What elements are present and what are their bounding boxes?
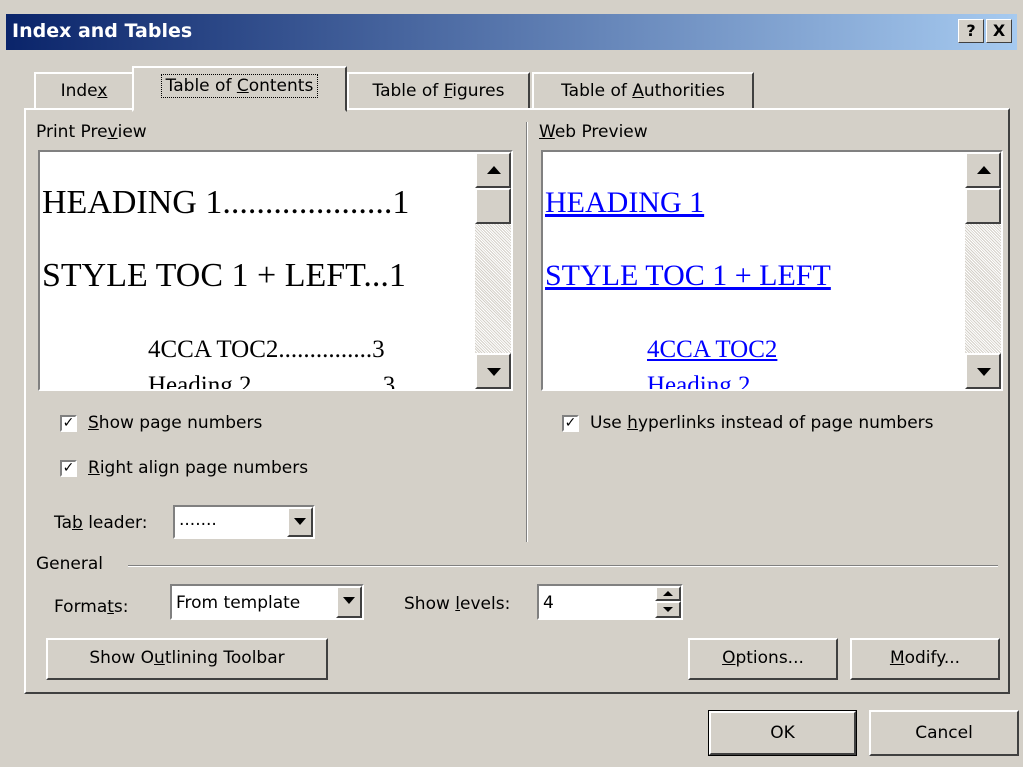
- tab-table-of-contents[interactable]: Table of Contents: [132, 66, 347, 112]
- print-preview-content: HEADING 1....................1 STYLE TOC…: [40, 152, 475, 389]
- formats-value: From template: [176, 593, 301, 613]
- web-toc-link[interactable]: HEADING 1: [545, 186, 704, 220]
- right-align-label[interactable]: Right align page numbers: [88, 458, 308, 478]
- help-button[interactable]: ?: [958, 19, 984, 43]
- use-hyperlinks-checkbox[interactable]: ✓: [562, 415, 579, 432]
- web-toc-link[interactable]: STYLE TOC 1 + LEFT: [545, 259, 831, 293]
- web-preview-label: Web Preview: [539, 122, 648, 142]
- spin-down-button[interactable]: [655, 601, 681, 618]
- show-page-numbers-checkbox[interactable]: ✓: [60, 415, 77, 432]
- formats-dropdown[interactable]: From template: [170, 584, 364, 620]
- options-button[interactable]: Options...: [688, 638, 838, 680]
- toc-entry: 4CCA TOC2...............3: [148, 336, 385, 363]
- chevron-down-icon[interactable]: [287, 507, 313, 537]
- right-align-checkbox[interactable]: ✓: [60, 460, 77, 477]
- print-preview-label: Print Preview: [36, 122, 147, 142]
- web-toc-link[interactable]: 4CCA TOC2: [647, 336, 777, 364]
- tab-table-of-authorities[interactable]: Table of Authorities: [532, 72, 754, 108]
- show-levels-label: Show levels:: [404, 594, 511, 614]
- index-and-tables-dialog: Index and Tables ? X Index Table of Cont…: [0, 0, 1023, 767]
- toc-entry: STYLE TOC 1 + LEFT...1: [42, 257, 406, 294]
- spin-up-button[interactable]: [655, 586, 681, 601]
- scroll-thumb[interactable]: [475, 188, 511, 224]
- show-levels-value[interactable]: 4: [543, 593, 554, 613]
- show-levels-spinner[interactable]: 4: [537, 584, 683, 620]
- arrow-down-icon: [487, 368, 501, 376]
- show-page-numbers-label[interactable]: Show page numbers: [88, 413, 262, 433]
- chevron-down-icon[interactable]: [336, 586, 362, 618]
- tab-index[interactable]: Index: [34, 72, 134, 108]
- close-button[interactable]: X: [986, 19, 1012, 43]
- arrow-up-icon: [487, 166, 501, 174]
- show-outlining-toolbar-button[interactable]: Show Outlining Toolbar: [46, 638, 328, 680]
- tab-table-of-figures[interactable]: Table of Figures: [347, 72, 530, 108]
- cancel-button[interactable]: Cancel: [869, 710, 1019, 756]
- table-of-contents-panel: Print Preview HEADING 1.................…: [24, 108, 1010, 694]
- tab-leader-label: Tab leader:: [54, 513, 148, 533]
- toc-entry: Heading 2.....................3: [148, 372, 396, 389]
- ok-button[interactable]: OK: [708, 710, 857, 756]
- tab-label: Table of Contents: [160, 74, 319, 98]
- toc-entry: HEADING 1....................1: [42, 184, 410, 221]
- print-preview-scrollbar[interactable]: [475, 152, 511, 389]
- modify-button[interactable]: Modify...: [850, 638, 1000, 680]
- arrow-up-icon: [977, 166, 991, 174]
- arrow-down-icon: [663, 607, 673, 612]
- arrow-down-icon: [977, 368, 991, 376]
- print-preview-box[interactable]: HEADING 1....................1 STYLE TOC…: [38, 150, 513, 391]
- use-hyperlinks-label[interactable]: Use hyperlinks instead of page numbers: [590, 413, 934, 433]
- web-preview-scrollbar[interactable]: [965, 152, 1001, 389]
- web-preview-content: HEADING 1 STYLE TOC 1 + LEFT 4CCA TOC2 H…: [543, 152, 965, 389]
- dialog-title: Index and Tables: [12, 20, 193, 42]
- general-separator: [128, 565, 998, 567]
- arrow-up-icon: [663, 591, 673, 596]
- web-preview-box[interactable]: HEADING 1 STYLE TOC 1 + LEFT 4CCA TOC2 H…: [541, 150, 1003, 391]
- web-toc-link[interactable]: Heading 2: [647, 372, 750, 389]
- formats-label: Formats:: [54, 597, 129, 617]
- column-divider: [526, 122, 528, 542]
- general-group-label: General: [36, 554, 103, 574]
- tab-leader-value: .......: [179, 510, 217, 530]
- scroll-up-button[interactable]: [475, 152, 511, 188]
- scroll-thumb[interactable]: [965, 188, 1001, 224]
- title-bar[interactable]: Index and Tables ? X: [6, 14, 1017, 50]
- scroll-down-button[interactable]: [965, 353, 1001, 389]
- tab-leader-dropdown[interactable]: .......: [173, 505, 315, 539]
- scroll-up-button[interactable]: [965, 152, 1001, 188]
- scroll-down-button[interactable]: [475, 353, 511, 389]
